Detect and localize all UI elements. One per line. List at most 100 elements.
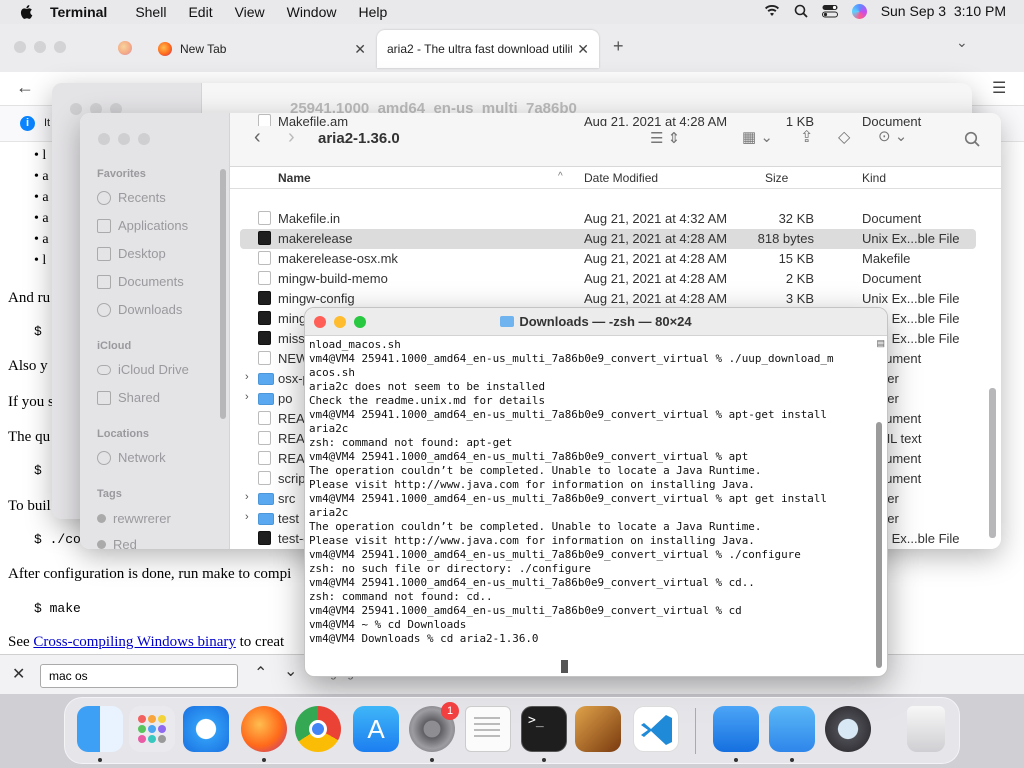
tab-aria2[interactable]: aria2 - The ultra fast download utilit ✕ — [377, 30, 599, 68]
back-chevron-icon[interactable]: ‹ — [254, 126, 261, 149]
minimize-window-button[interactable] — [118, 133, 130, 145]
shared-folder-icon — [97, 390, 111, 405]
apple-icon[interactable] — [18, 3, 36, 21]
dock-vscode-icon[interactable] — [633, 706, 679, 752]
table-row[interactable]: Makefile.in Aug 21, 2021 at 4:32 AM 32 KB D… — [240, 209, 976, 229]
siri-icon[interactable] — [851, 3, 867, 19]
firefox-view-icon[interactable] — [118, 41, 132, 55]
sidebar-scrollbar[interactable] — [220, 169, 226, 419]
wifi-icon[interactable] — [764, 4, 780, 18]
dock-safari-icon[interactable] — [183, 706, 229, 752]
table-row[interactable]: makerelease-osx.mk Aug 21, 2021 at 4:28 A… — [240, 249, 976, 269]
close-window-button[interactable] — [98, 133, 110, 145]
control-center-icon[interactable] — [821, 4, 838, 18]
sidebar-item-applications[interactable]: Applications — [97, 218, 188, 233]
dock-system-settings-icon[interactable]: 1 — [409, 702, 459, 752]
new-tab-icon[interactable]: + — [613, 36, 624, 57]
cell-name: po — [278, 391, 293, 406]
sidebar-item-icloud-drive[interactable]: iCloud Drive — [97, 362, 189, 377]
search-icon[interactable] — [964, 131, 980, 147]
sidebar-tag-rewwrerer[interactable]: rewwrerer — [97, 511, 171, 526]
dock-textedit-icon[interactable] — [465, 706, 511, 752]
dock-finder-icon[interactable] — [77, 706, 123, 752]
disclosure-chevron-icon[interactable]: › — [245, 491, 249, 503]
column-kind[interactable]: Kind — [862, 171, 886, 185]
close-icon[interactable]: ✕ — [577, 41, 589, 58]
terminal-titlebar[interactable]: Downloads — -zsh — 80×24 — [305, 308, 887, 336]
column-name[interactable]: Name — [278, 171, 311, 185]
table-row[interactable]: mingw-build-memo Aug 21, 2021 at 4:28 AM 2… — [240, 269, 976, 289]
sidebar-item-recents[interactable]: Recents — [97, 190, 166, 205]
disclosure-chevron-icon[interactable]: › — [245, 371, 249, 383]
dock-trash-icon[interactable] — [907, 706, 945, 752]
menu-app-name[interactable]: Terminal — [50, 4, 107, 20]
dock-chrome-icon[interactable] — [295, 706, 341, 752]
dock-garageband-icon[interactable] — [575, 706, 621, 752]
terminal-window[interactable]: Downloads — -zsh — 80×24 nload_macos.sh v… — [304, 307, 888, 677]
zoom-window-button[interactable] — [138, 133, 150, 145]
sidebar-tag-red[interactable]: Red — [97, 537, 137, 549]
dock-xcode-icon[interactable] — [713, 706, 759, 752]
terminal-scrollbar[interactable] — [875, 342, 883, 672]
forward-chevron-icon[interactable]: › — [288, 126, 295, 149]
dock-app-store-icon[interactable]: A — [353, 706, 399, 752]
menu-clock[interactable]: Sun Sep 3 3:10 PM — [881, 3, 1006, 19]
menu-help[interactable]: Help — [358, 4, 387, 20]
sidebar-item-desktop[interactable]: Desktop — [97, 246, 166, 261]
menu-window[interactable]: Window — [287, 4, 337, 20]
dock-terminal-icon[interactable]: >_ — [521, 706, 567, 752]
cell-size: 3 KB — [785, 291, 814, 306]
sidebar-item-network[interactable]: Network — [97, 450, 166, 465]
cell-date: Aug 21, 2021 at 4:28 AM — [584, 231, 728, 246]
close-icon[interactable]: ✕ — [12, 664, 25, 684]
globe-icon — [97, 450, 111, 465]
minimize-window-button[interactable] — [34, 41, 46, 53]
cross-compiling-link[interactable]: Cross-compiling Windows binary — [33, 634, 235, 650]
sidebar-item-documents[interactable]: Documents — [97, 274, 184, 289]
dock-launchpad-icon[interactable] — [129, 706, 175, 752]
column-size[interactable]: Size — [765, 171, 788, 185]
dock-simulator-icon[interactable] — [769, 706, 815, 752]
list-view-icon[interactable]: ☰ ⇕ — [650, 129, 680, 147]
more-actions-icon[interactable]: ⊙ ⌄ — [878, 127, 907, 145]
grid-view-icon[interactable]: ▦ ⌄ — [742, 128, 773, 146]
table-row[interactable]: makerelease Aug 21, 2021 at 4:28 AM 818 by… — [240, 229, 976, 249]
scrollbar-thumb[interactable] — [876, 422, 882, 668]
search-icon[interactable] — [794, 4, 808, 18]
file-list-scrollbar[interactable] — [989, 388, 996, 538]
tag-icon[interactable]: ◇ — [838, 127, 850, 147]
cell-date: Aug 21, 2021 at 4:28 AM — [584, 271, 728, 286]
tab-strip: New Tab ✕ aria2 - The ultra fast downloa… — [0, 24, 1024, 72]
hamburger-menu-icon[interactable]: ☰ — [992, 78, 1006, 98]
paragraph: See Cross-compiling Windows binary to cr… — [8, 634, 285, 650]
sidebar-header-tags: Tags — [97, 488, 122, 500]
sidebar-item-shared[interactable]: Shared — [97, 390, 160, 405]
close-window-button[interactable] — [14, 41, 26, 53]
share-icon[interactable]: ⇪ — [800, 127, 813, 147]
chevron-down-icon[interactable]: ⌄ — [284, 661, 297, 681]
disclosure-chevron-icon[interactable]: › — [245, 391, 249, 403]
find-input[interactable] — [40, 664, 238, 688]
back-arrow-icon[interactable]: ← — [16, 77, 34, 98]
dock-quicktime-icon[interactable] — [825, 706, 871, 752]
document-icon — [258, 114, 271, 126]
close-icon[interactable]: ✕ — [354, 41, 366, 58]
zoom-window-button[interactable] — [54, 41, 66, 53]
disclosure-chevron-icon[interactable]: › — [245, 511, 249, 523]
table-row[interactable]: Makefile.am Aug 21, 2021 at 4:28 AM 1 KB Do… — [240, 113, 976, 126]
table-row[interactable]: mingw-config Aug 21, 2021 at 4:28 AM 3 KB U… — [240, 289, 976, 309]
desktop-icon — [97, 246, 111, 261]
dock-firefox-icon[interactable] — [241, 706, 287, 752]
menu-edit[interactable]: Edit — [188, 4, 212, 20]
cell-size: 32 KB — [778, 211, 814, 226]
column-date[interactable]: Date Modified — [584, 171, 658, 185]
tab-new-tab[interactable]: New Tab ✕ — [148, 30, 376, 68]
menu-shell[interactable]: Shell — [135, 4, 166, 20]
terminal-output[interactable]: nload_macos.sh vm4@VM4 25941.1000_amd64_e… — [309, 338, 865, 674]
tab-label: aria2 - The ultra fast download utilit — [387, 42, 572, 56]
menu-view[interactable]: View — [235, 4, 265, 20]
sidebar-item-downloads[interactable]: Downloads — [97, 302, 182, 317]
scroll-marker-icon: ▤ — [876, 338, 885, 348]
chevron-down-icon[interactable]: ⌄ — [956, 34, 968, 51]
chevron-up-icon[interactable]: ⌃ — [254, 663, 267, 683]
